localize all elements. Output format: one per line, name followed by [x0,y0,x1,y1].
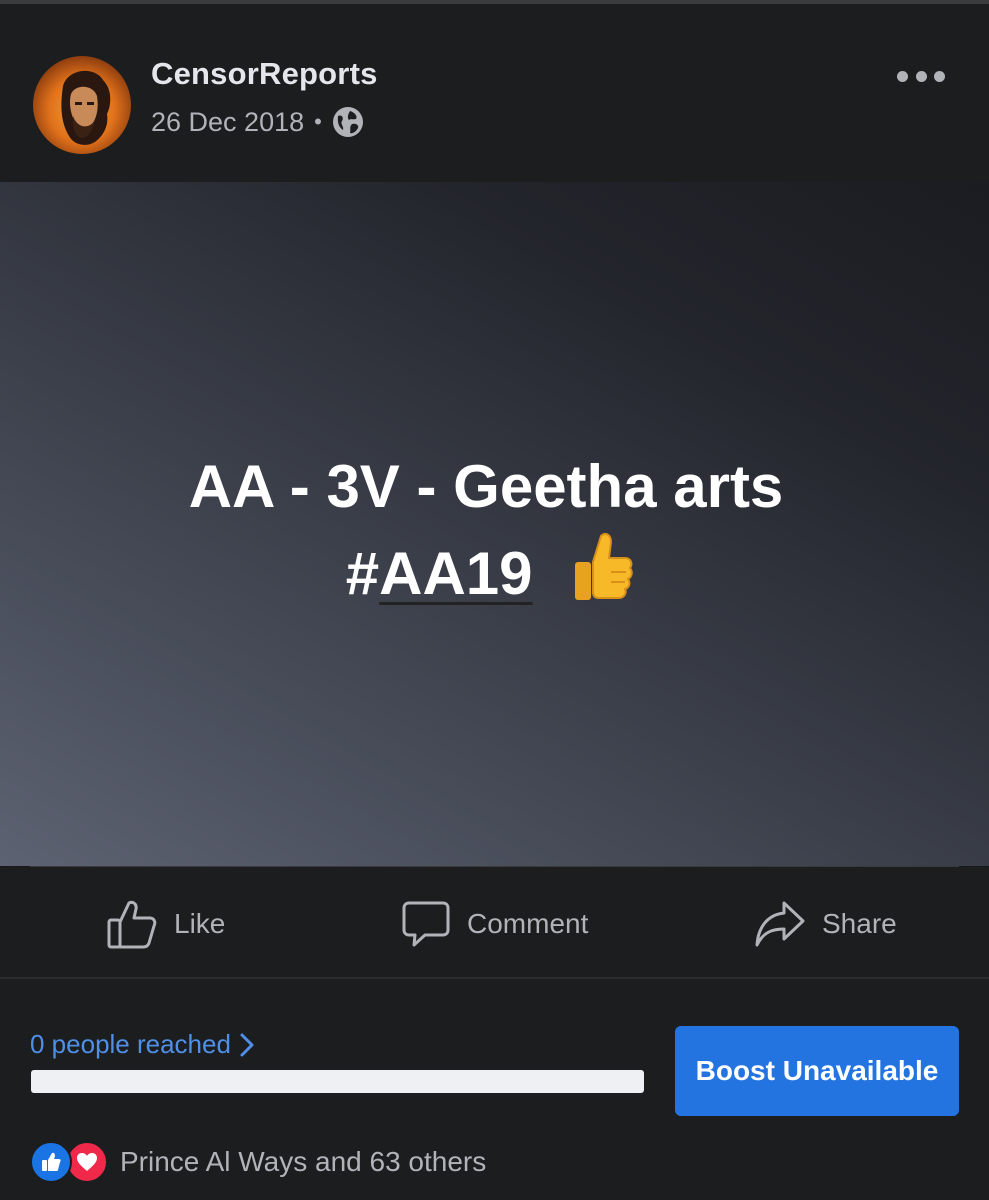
more-options-icon[interactable] [897,62,945,90]
post-text-line2: #AA19 [0,532,979,608]
reactions-summary[interactable]: Prince Al Ways and 63 others [30,1141,487,1183]
like-label: Like [174,908,226,939]
people-reached-link[interactable]: 0 people reached [30,1029,255,1060]
page-name[interactable]: CensorReports [151,56,378,92]
post-meta: 26 Dec 2018 • [151,104,364,140]
post-background [0,182,989,866]
share-button[interactable]: Share [754,899,897,949]
post-header: CensorReports 26 Dec 2018 • [0,4,989,182]
like-reaction-icon [30,1141,72,1183]
like-button[interactable]: Like [106,899,225,949]
chevron-right-icon [240,1033,254,1056]
meta-separator: • [314,109,322,134]
boost-button[interactable]: Boost Unavailable [675,1026,959,1116]
like-icon [107,900,157,949]
share-label: Share [822,908,897,939]
post-date[interactable]: 26 Dec 2018 [151,107,304,138]
reach-progress-bar [31,1070,644,1093]
thumbs-up-emoji-icon [575,533,633,600]
love-reaction-icon [66,1141,108,1183]
avatar[interactable] [33,56,131,154]
share-icon [755,901,805,947]
comment-button[interactable]: Comment [401,899,588,949]
reactions-text: Prince Al Ways and 63 others [120,1146,487,1177]
post-text-line1: AA - 3V - Geetha arts [188,453,784,520]
hashtag-link[interactable]: AA19 [379,540,532,607]
insights-panel: 0 people reached Boost Unavailable Princ… [0,979,989,1200]
comment-icon [402,901,450,947]
people-reached-label: 0 people reached [30,1029,231,1059]
comment-label: Comment [467,908,589,939]
action-bar: Like Comment Share [0,867,989,977]
hashtag-symbol: # [345,540,380,607]
globe-icon [332,107,363,137]
